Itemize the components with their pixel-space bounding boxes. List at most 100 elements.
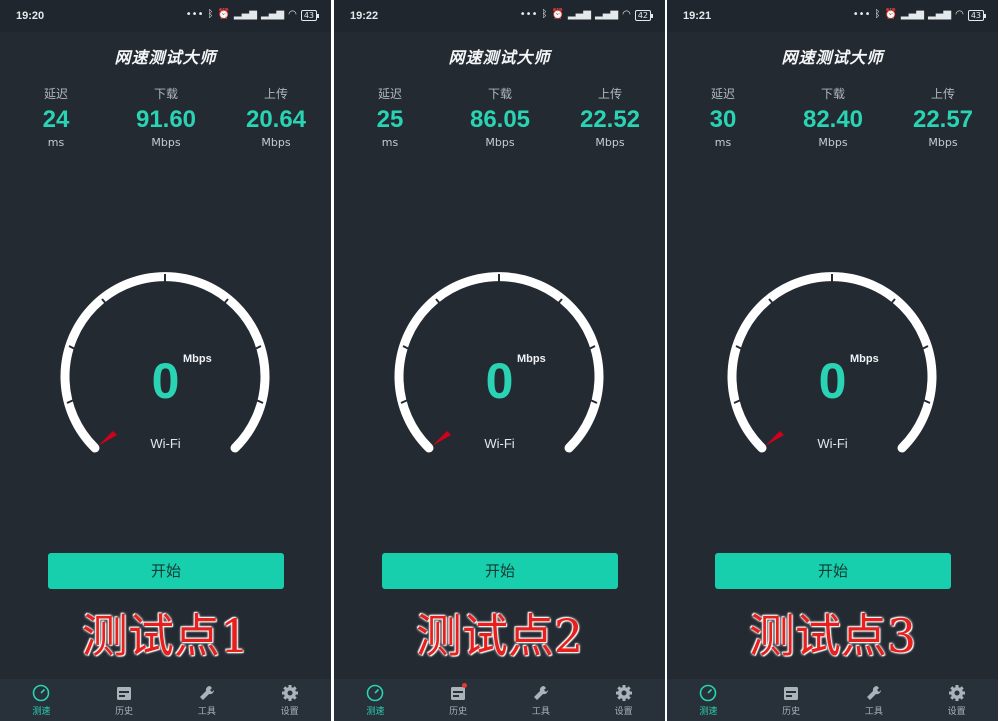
gauge-value: 0 — [485, 353, 514, 409]
download-unit: Mbps — [485, 136, 515, 149]
download-label: 下载 — [820, 87, 845, 101]
upload-metric: 上传 22.52 Mbps — [555, 85, 665, 149]
app-title: 网速测试大师 — [114, 48, 217, 67]
latency-unit: ms — [47, 136, 65, 149]
calendar-icon — [117, 687, 132, 700]
download-label: 下载 — [153, 87, 178, 101]
nav-label-history: 历史 — [115, 707, 134, 717]
speedometer-icon — [367, 684, 384, 702]
upload-metric: 上传 20.64 Mbps — [221, 85, 331, 149]
more-dots-icon: ••• — [519, 9, 538, 20]
gear-icon — [281, 685, 298, 701]
phone-screen-3: 19:21 ••• ᛒ ⏰ ▂▄▆ ▂▄▆ ◠ 43 网速测试大师 延迟 30 … — [667, 0, 998, 721]
upload-label: 上传 — [263, 87, 288, 101]
app-title: 网速测试大师 — [781, 48, 884, 67]
connection-type: Wi-Fi — [150, 436, 181, 451]
nav-tools[interactable]: 工具 — [833, 679, 916, 721]
nav-label-tools: 工具 — [197, 707, 216, 717]
latency-value: 25 — [376, 106, 404, 133]
start-button[interactable]: 开始 — [715, 553, 951, 589]
wrench-icon — [199, 685, 214, 700]
nav-history[interactable]: 历史 — [750, 679, 833, 721]
bottom-nav: 测速 历史 工具 设置 — [667, 679, 998, 721]
nav-settings[interactable]: 设置 — [582, 679, 665, 721]
latency-label: 延迟 — [377, 87, 402, 101]
upload-unit: Mbps — [261, 136, 291, 149]
status-bar: 19:20 ••• ᛒ ⏰ ▂▄▆ ▂▄▆ ◠ 43 — [0, 0, 331, 32]
latency-unit: ms — [714, 136, 732, 149]
nav-label-tools: 工具 — [531, 707, 550, 717]
speedometer-icon — [700, 684, 717, 702]
gauge-value: 0 — [151, 353, 180, 409]
nav-history[interactable]: 历史 — [417, 679, 500, 721]
nav-tools[interactable]: 工具 — [166, 679, 249, 721]
start-button[interactable]: 开始 — [382, 553, 618, 589]
nav-history[interactable]: 历史 — [83, 679, 166, 721]
nav-speedtest[interactable]: 测速 — [667, 679, 750, 721]
latency-value: 24 — [42, 106, 70, 133]
status-time: 19:22 — [350, 10, 379, 22]
bottom-nav: 测速 历史 工具 设置 — [334, 679, 665, 721]
alarm-icon: ⏰ — [551, 9, 564, 20]
test-point-caption: 测试点3 — [748, 609, 917, 663]
battery-icon: 43 — [300, 9, 320, 21]
nav-settings[interactable]: 设置 — [248, 679, 331, 721]
upload-unit: Mbps — [928, 136, 958, 149]
wifi-icon: ◠ — [622, 9, 631, 20]
download-value: 86.05 — [469, 106, 531, 133]
bluetooth-icon: ᛒ — [874, 9, 881, 20]
signal-icon-2: ▂▄▆ — [261, 9, 285, 20]
signal-icon: ▂▄▆ — [233, 9, 257, 20]
nav-settings[interactable]: 设置 — [915, 679, 998, 721]
history-badge-dot — [461, 683, 467, 688]
latency-metric: 延迟 30 ms — [668, 85, 778, 149]
signal-icon-2: ▂▄▆ — [595, 9, 619, 20]
status-time: 19:20 — [16, 10, 45, 22]
alarm-icon: ⏰ — [884, 9, 897, 20]
latency-unit: ms — [381, 136, 399, 149]
upload-value: 20.64 — [245, 106, 307, 133]
wrench-icon — [533, 685, 548, 700]
alarm-icon: ⏰ — [217, 9, 230, 20]
nav-speedtest[interactable]: 测速 — [0, 679, 83, 721]
bluetooth-icon: ᛒ — [207, 9, 214, 20]
latency-label: 延迟 — [710, 87, 735, 101]
latency-label: 延迟 — [43, 87, 68, 101]
gear-icon — [948, 685, 965, 701]
download-label: 下载 — [487, 87, 512, 101]
signal-icon-2: ▂▄▆ — [928, 9, 952, 20]
download-value: 82.40 — [802, 106, 864, 133]
status-bar: 19:21 ••• ᛒ ⏰ ▂▄▆ ▂▄▆ ◠ 43 — [667, 0, 998, 32]
nav-label-history: 历史 — [449, 707, 468, 717]
signal-icon: ▂▄▆ — [900, 9, 924, 20]
nav-label-speedtest: 测速 — [699, 707, 718, 717]
phone-screen-1: 19:20 ••• ᛒ ⏰ ▂▄▆ ▂▄▆ ◠ 43 网速测试大师 延迟 24 … — [0, 0, 331, 721]
connection-type: Wi-Fi — [817, 436, 848, 451]
gauge-unit: Mbps — [183, 353, 212, 365]
nav-tools[interactable]: 工具 — [500, 679, 583, 721]
wifi-icon: ◠ — [955, 9, 964, 20]
nav-label-tools: 工具 — [864, 707, 883, 717]
start-button[interactable]: 开始 — [48, 553, 284, 589]
download-unit: Mbps — [818, 136, 848, 149]
latency-metric: 延迟 24 ms — [1, 85, 111, 149]
comparison-screenshot: 19:20 ••• ᛒ ⏰ ▂▄▆ ▂▄▆ ◠ 43 网速测试大师 延迟 24 … — [0, 0, 1000, 721]
upload-label: 上传 — [930, 87, 955, 101]
phone-screen-2: 19:22 ••• ᛒ ⏰ ▂▄▆ ▂▄▆ ◠ 42 网速测试大师 延迟 25 … — [334, 0, 665, 721]
status-bar: 19:22 ••• ᛒ ⏰ ▂▄▆ ▂▄▆ ◠ 42 — [334, 0, 665, 32]
nav-speedtest[interactable]: 测速 — [334, 679, 417, 721]
download-metric: 下载 86.05 Mbps — [445, 85, 555, 149]
bluetooth-icon: ᛒ — [541, 9, 548, 20]
speedometer-icon — [33, 684, 50, 702]
status-time: 19:21 — [683, 10, 712, 22]
more-dots-icon: ••• — [852, 9, 871, 20]
signal-icon: ▂▄▆ — [567, 9, 591, 20]
battery-icon: 43 — [967, 9, 987, 21]
calendar-icon — [784, 687, 799, 700]
latency-value: 30 — [709, 106, 737, 133]
wrench-icon — [866, 685, 881, 700]
download-metric: 下载 82.40 Mbps — [778, 85, 888, 149]
gear-icon — [615, 685, 632, 701]
nav-label-settings: 设置 — [280, 707, 299, 717]
app-title: 网速测试大师 — [448, 48, 551, 67]
